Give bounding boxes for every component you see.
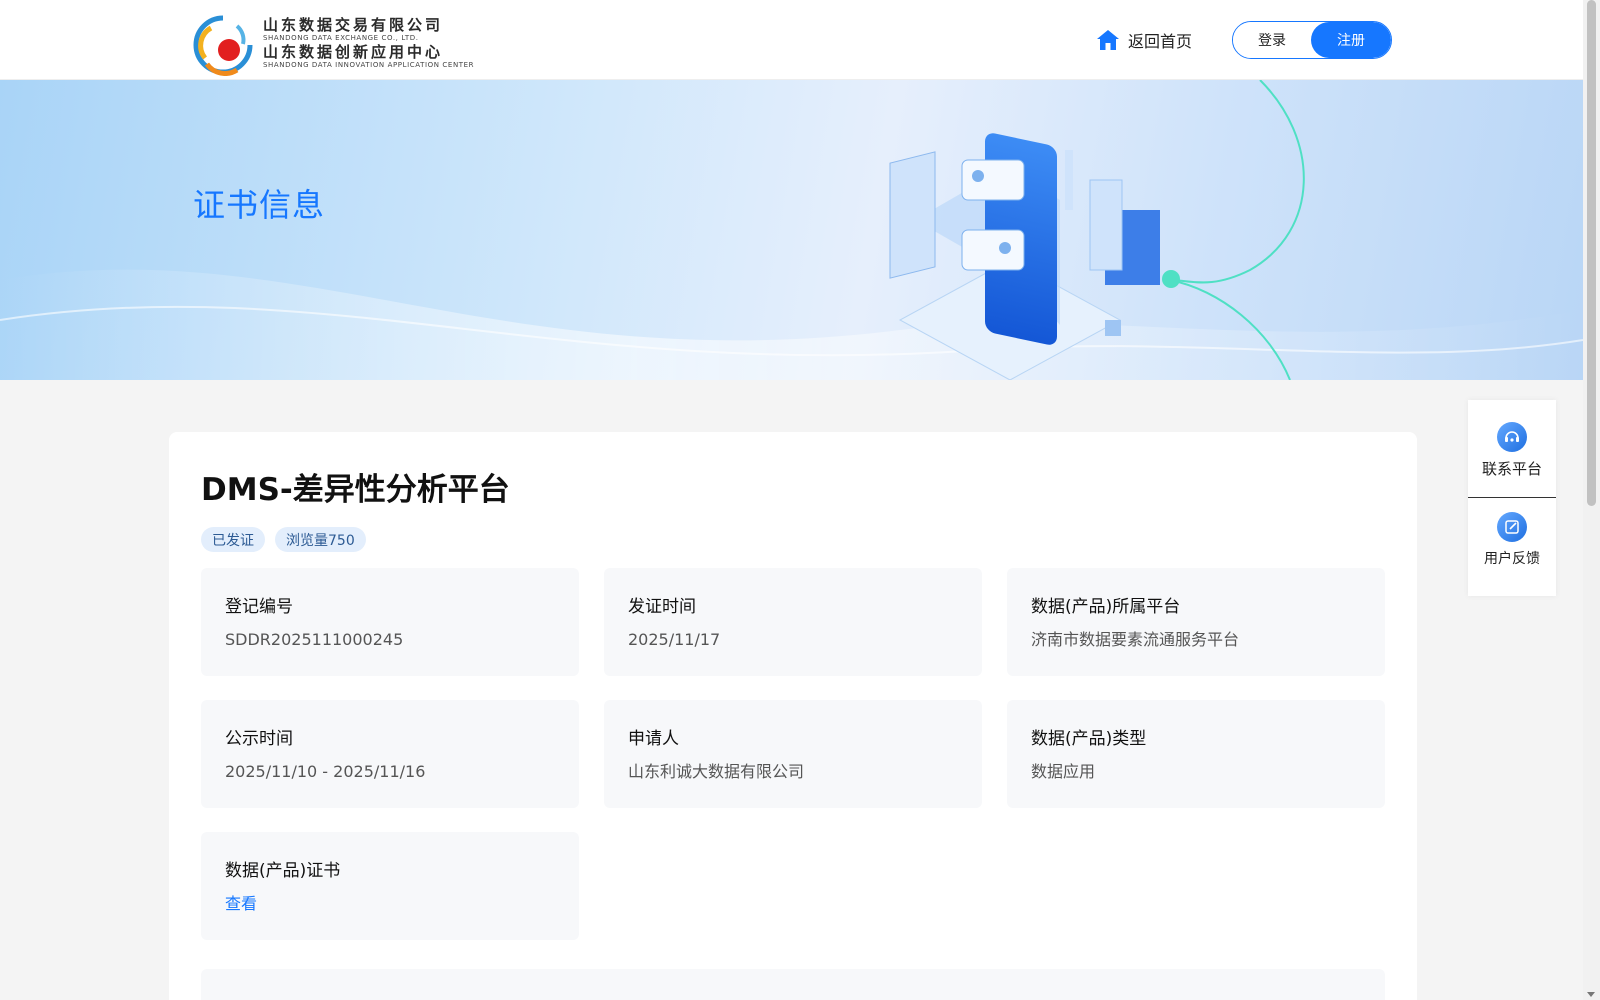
scrollbar-thumb[interactable] [1587,0,1596,506]
field-label: 数据(产品)类型 [1031,729,1147,749]
logo-company-name: 山东数据交易有限公司 [263,16,444,34]
field-value: 2025/11/10 - 2025/11/16 [225,762,426,781]
home-icon [1097,30,1119,50]
auth-buttons: 登录 注册 [1232,21,1392,59]
field-product-type: 数据(产品)类型 数据应用 [1007,700,1385,808]
home-link[interactable]: 返回首页 [1096,26,1192,54]
view-certificate-link[interactable]: 查看 [225,893,555,915]
scrollbar[interactable] [1583,0,1600,1000]
banner-illustration [0,80,1583,380]
field-value: 山东利诚大数据有限公司 [628,762,805,781]
field-label: 数据(产品)所属平台 [1031,597,1181,617]
certificate-card: DMS-差异性分析平台 已发证 浏览量750 登记编号 SDDR20251110… [169,432,1417,1000]
logo-mark-icon [193,15,253,76]
view-count-badge: 浏览量750 [275,527,366,552]
field-certificate: 数据(产品)证书 查看 [201,832,579,940]
logo-center-name-en: SHANDONG DATA INNOVATION APPLICATION CEN… [263,61,475,69]
field-value: 数据应用 [1031,762,1096,781]
contact-platform-label: 联系平台 [1481,460,1542,478]
field-value: 济南市数据要素流通服务平台 [1031,630,1240,649]
field-label: 登记编号 [225,597,293,617]
field-label: 申请人 [628,729,679,749]
top-header: 山东数据交易有限公司 SHANDONG DATA EXCHANGE CO., L… [0,0,1583,80]
tag-list: 已发证 浏览量750 [201,527,366,552]
field-platform: 数据(产品)所属平台 济南市数据要素流通服务平台 [1007,568,1385,676]
hero-banner: 证书信息 [0,80,1583,380]
register-button[interactable]: 注册 [1311,22,1391,58]
lower-section [201,969,1385,1000]
page: 山东数据交易有限公司 SHANDONG DATA EXCHANGE CO., L… [0,0,1583,1000]
field-registration-number: 登记编号 SDDR2025111000245 [201,568,579,676]
feedback-button[interactable]: 用户反馈 [1468,498,1556,595]
field-applicant: 申请人 山东利诚大数据有限公司 [604,700,982,808]
feedback-label: 用户反馈 [1484,551,1540,567]
field-publicity-period: 公示时间 2025/11/10 - 2025/11/16 [201,700,579,808]
field-value: 2025/11/17 [628,630,721,649]
field-issue-date: 发证时间 2025/11/17 [604,568,982,676]
logo[interactable]: 山东数据交易有限公司 SHANDONG DATA EXCHANGE CO., L… [193,14,474,76]
field-label: 数据(产品)证书 [225,861,341,881]
login-button[interactable]: 登录 [1233,22,1311,58]
contact-platform-button[interactable]: 联系平台 [1468,400,1556,497]
product-title: DMS-差异性分析平台 [201,472,510,508]
scroll-down-arrow-icon[interactable] [1587,992,1595,997]
headset-icon [1497,422,1527,452]
field-label: 发证时间 [628,597,696,617]
field-label: 公示时间 [225,729,293,749]
status-badge: 已发证 [201,527,265,552]
field-value: SDDR2025111000245 [225,630,404,649]
logo-center-name: 山东数据创新应用中心 [263,43,444,61]
side-float-panel: 联系平台 用户反馈 [1468,400,1556,596]
home-link-label: 返回首页 [1128,32,1193,51]
logo-company-name-en: SHANDONG DATA EXCHANGE CO., LTD. [263,34,419,42]
logo-text: 山东数据交易有限公司 SHANDONG DATA EXCHANGE CO., L… [263,16,475,70]
page-title: 证书信息 [193,186,326,224]
edit-icon [1497,512,1527,542]
